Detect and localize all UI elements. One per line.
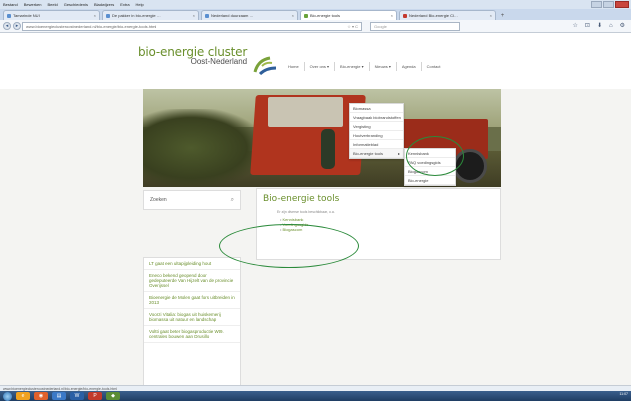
news-panel: LT gaat een ultapijpleiding hout Eneco be…: [143, 257, 241, 385]
dropdown-item[interactable]: Vraagbaak biobrandstoffen: [350, 113, 403, 122]
browser-tab[interactable]: Bio-energie tools ×: [300, 10, 397, 20]
menubar-item[interactable]: Extra: [120, 2, 129, 7]
downloads-icon[interactable]: ⬇: [597, 23, 602, 30]
forward-button[interactable]: ▸: [13, 22, 21, 30]
tab-favicon-icon: [304, 13, 308, 18]
browser-toolbar-icons: ☆ ⊡ ⬇ ⌂ ⚙: [573, 23, 625, 30]
browser-tab[interactable]: Nederland duurzaam … ×: [201, 10, 298, 20]
taskbar-word-icon[interactable]: W: [70, 392, 84, 400]
tab-close-icon[interactable]: ×: [490, 13, 492, 18]
new-tab-button[interactable]: +: [498, 12, 507, 20]
bookmarks-icon[interactable]: ⊡: [585, 23, 590, 30]
menubar-item[interactable]: Geschiedenis: [64, 2, 88, 7]
browser-tab[interactable]: De pakker in bio-energie … ×: [102, 10, 199, 20]
browser-search-input[interactable]: Google: [370, 22, 460, 31]
news-item-link[interactable]: LT gaat een ultapijpleiding hout: [144, 258, 240, 270]
main-nav-item[interactable]: Agenda: [395, 62, 421, 71]
dropdown-item[interactable]: Houtverbranding: [350, 131, 403, 140]
os-taskbar: e ◉ ▤ W P ◆ 11:07: [0, 391, 631, 401]
taskbar-app-icon[interactable]: ◆: [106, 392, 120, 400]
dropdown-item[interactable]: Bio-energie tools: [350, 149, 403, 158]
menubar-item[interactable]: Bewerken: [24, 2, 42, 7]
taskbar-powerpoint-icon[interactable]: P: [88, 392, 102, 400]
main-nav-item[interactable]: Contact: [420, 62, 446, 71]
tab-favicon-icon: [106, 13, 110, 18]
tab-title: Bio-energie tools: [310, 13, 341, 18]
tab-close-icon[interactable]: ×: [193, 13, 195, 18]
dropdown-item[interactable]: Vergisting: [350, 122, 403, 131]
submenu-item[interactable]: Bio-energie: [405, 176, 455, 185]
dropdown-item[interactable]: Informatieblad: [350, 140, 403, 149]
annotation-ellipse-content: [219, 224, 359, 268]
tab-favicon-icon: [205, 13, 209, 18]
tab-title: De pakker in bio-energie …: [112, 13, 161, 18]
taskbar-ie-icon[interactable]: e: [16, 392, 30, 400]
logo-swirl-icon: [253, 56, 277, 76]
tab-title: Nederland duurzaam …: [211, 13, 254, 18]
start-button[interactable]: [3, 391, 12, 401]
search-icon[interactable]: ⌕: [231, 197, 234, 204]
content-intro: Er zijn diverse tools beschikbaar, o.a.: [277, 210, 335, 214]
site-header: [0, 33, 631, 89]
taskbar-explorer-icon[interactable]: ▤: [52, 392, 66, 400]
address-bar-actions[interactable]: ☆ ▾ C: [347, 24, 358, 29]
browser-tab[interactable]: Tamarinde NUI ×: [3, 10, 100, 20]
home-icon[interactable]: ⌂: [609, 23, 613, 30]
back-button[interactable]: ◂: [3, 22, 11, 30]
sidebar-search-label: Zoeken: [150, 197, 167, 203]
menubar-item[interactable]: Beeld: [47, 2, 57, 7]
minimize-button[interactable]: [591, 1, 602, 8]
settings-icon[interactable]: ⚙: [620, 23, 625, 30]
news-item-link[interactable]: Voorzi Vitalia: biogas uit huiskemerij b…: [144, 309, 240, 326]
site-logo[interactable]: bio-energie cluster Oost-Nederland: [138, 46, 247, 66]
news-item-link[interactable]: Voltti gaat beter biogasproductie Wt9. c…: [144, 326, 240, 343]
system-tray: 11:07: [620, 392, 629, 396]
menubar-item[interactable]: Bestand: [3, 2, 18, 7]
main-nav-item[interactable]: Home: [283, 62, 304, 71]
address-bar-url: www.bioenergieclusteroostnederland.nl/bi…: [26, 24, 157, 29]
tab-close-icon[interactable]: ×: [391, 13, 393, 18]
address-bar[interactable]: www.bioenergieclusteroostnederland.nl/bi…: [22, 22, 362, 31]
web-page: bio-energie cluster Oost-Nederland Home O…: [0, 33, 631, 385]
dropdown-item[interactable]: Biomassa: [350, 104, 403, 113]
tab-close-icon[interactable]: ×: [94, 13, 96, 18]
news-item-link[interactable]: Eneco bekend geopend door gedeputeerde V…: [144, 270, 240, 292]
browser-menubar: Bestand Bewerken Beeld Geschiedenis Bladwijz…: [0, 0, 631, 9]
bio-energie-dropdown-menu: Biomassa Vraagbaak biobrandstoffen Vergist…: [349, 103, 404, 159]
main-nav-item[interactable]: Nieuws ▾: [368, 62, 396, 71]
menubar-item[interactable]: Help: [136, 2, 144, 7]
browser-navbar: ◂ ▸ www.bioenergieclusteroostnederland.n…: [0, 20, 631, 33]
tab-title: Tamarinde NUI: [13, 13, 40, 18]
bookmark-star-icon[interactable]: ☆: [573, 23, 578, 30]
news-list: LT gaat een ultapijpleiding hout Eneco be…: [144, 258, 240, 343]
tray-clock: 11:07: [619, 392, 629, 396]
tab-title: Nederland Bio-energie Cl…: [409, 13, 458, 18]
window-controls: [591, 1, 629, 8]
maximize-button[interactable]: [603, 1, 614, 8]
annotation-ellipse-submenu: [406, 136, 464, 176]
main-nav-item[interactable]: Over ons ▾: [303, 62, 334, 71]
tab-favicon-icon: [7, 13, 11, 18]
close-window-button[interactable]: [615, 1, 629, 8]
news-item-link[interactable]: Bioenergie de Molen gaat fors uitbreiden…: [144, 292, 240, 309]
tab-favicon-icon: [403, 13, 407, 18]
browser-tab[interactable]: Nederland Bio-energie Cl… ×: [399, 10, 496, 20]
main-navigation: Home Over ons ▾ Bio-energie ▾ Nieuws ▾ Agend…: [283, 62, 445, 71]
sidebar-search[interactable]: Zoeken ⌕: [143, 190, 241, 210]
menubar-item[interactable]: Bladwijzers: [94, 2, 114, 7]
page-title: Bio-energie tools: [263, 194, 340, 204]
main-nav-item[interactable]: Bio-energie ▾: [334, 62, 369, 71]
taskbar-firefox-icon[interactable]: ◉: [34, 392, 48, 400]
tab-close-icon[interactable]: ×: [292, 13, 294, 18]
browser-tabbar: Tamarinde NUI × De pakker in bio-energie ……: [0, 9, 631, 20]
